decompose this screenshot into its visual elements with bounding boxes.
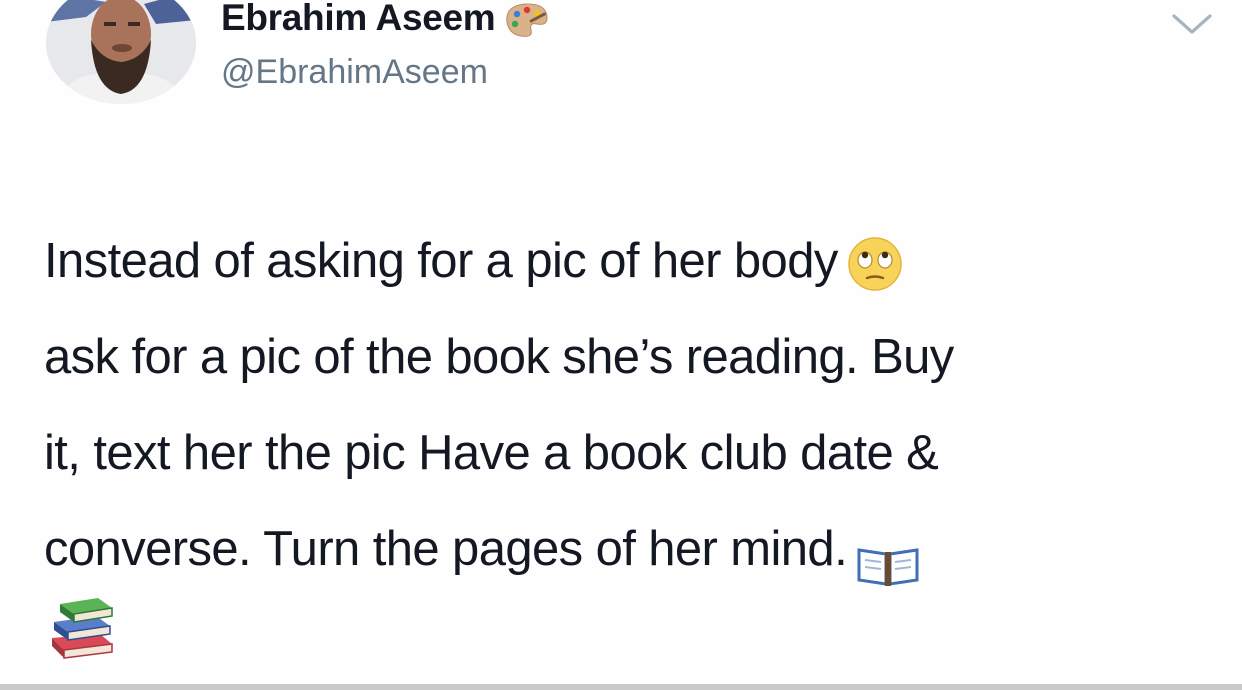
avatar[interactable] — [46, 0, 196, 104]
open-book-icon — [855, 524, 921, 587]
avatar-photo — [46, 0, 196, 104]
chevron-down-icon[interactable] — [1168, 8, 1216, 38]
user-handle[interactable]: @EbrahimAseem — [221, 50, 488, 94]
books-icon — [46, 594, 118, 664]
face-with-rolling-eyes-icon — [846, 229, 904, 291]
artist-palette-icon — [501, 0, 551, 40]
display-name[interactable]: Ebrahim Aseem — [221, 0, 496, 38]
tweet-line-1: Instead of asking for a pic of her body — [44, 213, 1224, 309]
tweet-line-4: converse. Turn the pages of her mind. — [44, 501, 1224, 597]
tweet-line-2: ask for a pic of the book she’s reading.… — [44, 330, 954, 384]
tweet-card: Ebrahim Aseem @EbrahimAseem Instead of a… — [0, 0, 1242, 690]
tweet-line-3: it, text her the pic Have a book club da… — [44, 426, 939, 480]
tweet-text: Instead of asking for a pic of her body … — [44, 213, 1224, 597]
divider — [0, 684, 1242, 690]
display-name-row: Ebrahim Aseem — [221, 0, 551, 40]
